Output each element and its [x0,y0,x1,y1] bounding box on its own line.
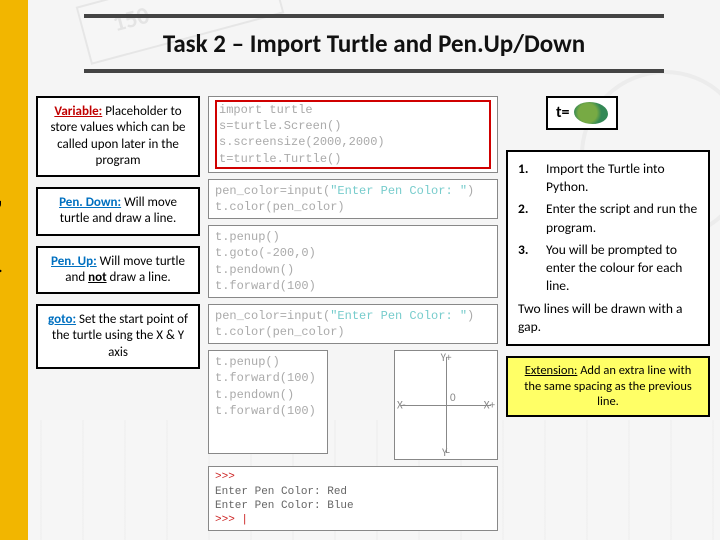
code-block-3: t.penup() t.goto(-200,0) t.pendown() t.f… [208,225,498,298]
code-block-2: pen_color=input("Enter Pen Color: ") t.c… [208,179,498,219]
accent-bar [0,0,28,540]
sidebar-label: Programming [0,200,4,289]
steps-box: Import the Turtle into Python. Enter the… [506,150,710,346]
code-block-4: pen_color=input("Enter Pen Color: ") t.c… [208,304,498,344]
turtle-icon [574,102,608,124]
step-item: Enter the script and run the program. [518,200,698,236]
title-block: Task 2 – Import Turtle and Pen.Up/Down [28,14,720,73]
t-equals-turtle: t= [546,96,618,130]
code-block-1: import turtle s=turtle.Screen() s.screen… [208,96,498,173]
note-variable: Variable: Placeholder to store values wh… [36,96,200,177]
code-block-5: t.penup() t.forward(100) t.pendown() t.f… [208,350,328,454]
step-item: You will be prompted to enter the colour… [518,241,698,296]
axes-diagram: Y+ Y- X+ X- 0 [394,350,498,460]
note-goto: goto: Set the start point of the turtle … [36,304,200,369]
note-pendown: Pen. Down: Will move turtle and draw a l… [36,187,200,236]
note-penup: Pen. Up: Will move turtle and not draw a… [36,246,200,295]
step-item: Import the Turtle into Python. [518,160,698,196]
shell-output: >>> Enter Pen Color: Red Enter Pen Color… [208,466,498,531]
extension-box: Extension: Add an extra line with the sa… [506,356,710,417]
page-title: Task 2 – Import Turtle and Pen.Up/Down [28,18,720,69]
